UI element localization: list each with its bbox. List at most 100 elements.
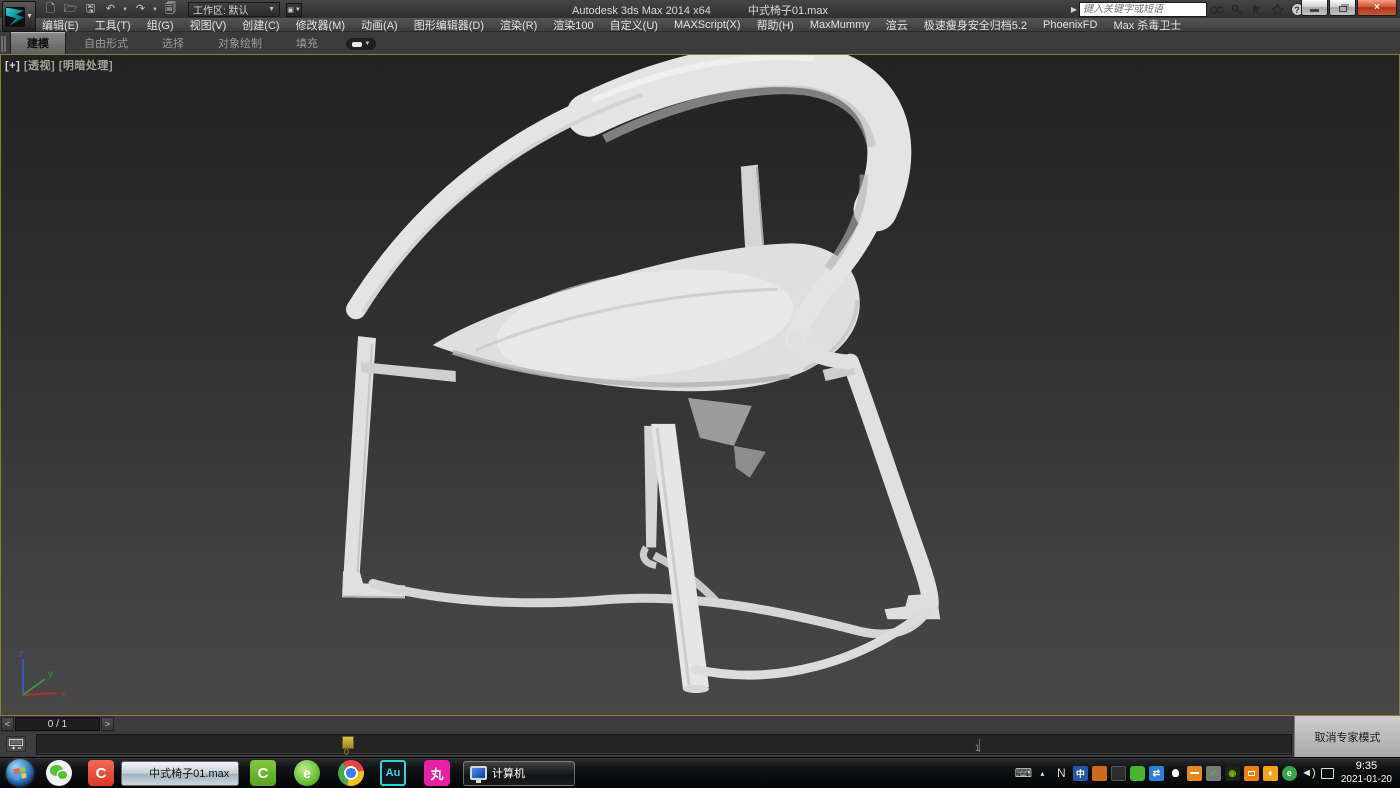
previous-frame-button[interactable]: < [1,717,14,731]
ribbon-tab-freeform[interactable]: 自由形式 [68,32,144,54]
viewport-shading-menu[interactable]: [明暗处理] [59,60,113,72]
screenshot-tray-icon[interactable] [1244,766,1259,781]
subscription-key-icon[interactable] [1227,2,1247,17]
menu-graph-editors[interactable]: 图形编辑器(D) [406,17,492,33]
keyboard-shortcut-override-button[interactable] [6,736,26,752]
viewport-general-menu[interactable]: [+] [5,60,20,72]
chrome-launcher-icon[interactable] [338,760,364,786]
menu-group[interactable]: 组(G) [139,17,182,33]
viewport-pov-menu[interactable]: [透视] [24,60,55,72]
browser-360-launcher-icon[interactable]: e [294,760,320,786]
clock-time: 9:35 [1341,760,1392,774]
keyboard-tray-icon[interactable]: ⌨ [1016,766,1031,781]
search-input[interactable] [1079,2,1207,17]
menu-create[interactable]: 创建(C) [234,17,287,33]
title-bar: ▼ 🗋 🗁 🖫 ↶ ▼ ↷ ▼ 🗐 工作区: 默认 ▼ ▣▼ Autodesk … [0,0,1400,18]
e-browser-tray-icon[interactable]: e [1282,766,1297,781]
nvidia-tray-icon[interactable]: ◉ [1225,766,1240,781]
windows-logo-icon [13,766,26,779]
frame-nav-row: < 0 / 1 > [0,716,1400,732]
ribbon-minimize-button[interactable]: ▼ [346,38,376,50]
favorites-star-icon[interactable] [1267,2,1287,17]
security-tray-icon[interactable]: ♦ [1263,766,1278,781]
menu-views[interactable]: 视图(V) [182,17,235,33]
menu-customize[interactable]: 自定义(U) [602,17,666,33]
time-slider-frame-label: 0 [344,747,349,757]
app-title: Autodesk 3ds Max 2014 x64 [572,5,711,17]
computer-icon [470,766,487,780]
close-button[interactable]: × [1357,0,1397,16]
clock-date: 2021-01-20 [1341,774,1392,787]
document-title: 中式椅子01.max [748,5,828,17]
camtasia-green-launcher-icon[interactable]: C [250,760,276,786]
usb-safe-tray-icon[interactable]: ✓ [1206,766,1221,781]
camtasia-red-launcher-icon[interactable]: C [88,760,114,786]
start-button[interactable] [6,759,34,787]
system-tray: ⌨ ▴ N 中 ⇄ ✓ ◉ ♦ e ◄) [1016,766,1335,781]
taskbar-task-computer[interactable]: 计算机 [463,761,575,786]
axis-x-label: x [61,689,66,700]
folder-tray-icon[interactable] [1187,766,1202,781]
reader-tray-icon[interactable] [1111,766,1126,781]
menu-rendercloud[interactable]: 渲云 [878,17,916,33]
menu-modifiers[interactable]: 修改器(M) [288,17,354,33]
language-tray-icon[interactable]: 中 [1073,766,1088,781]
chair-model [1,55,1399,715]
menu-animation[interactable]: 动画(A) [353,17,406,33]
menu-phoenixfd[interactable]: PhoenixFD [1035,19,1105,31]
3dsmax-logo-icon [5,7,25,27]
menu-bar: 编辑(E) 工具(T) 组(G) 视图(V) 创建(C) 修改器(M) 动画(A… [0,18,1400,32]
taskbar-clock[interactable]: 9:35 2021-01-20 [1341,760,1392,786]
frame-counter: 0 / 1 [15,717,100,731]
wechat-tray-icon[interactable] [1130,766,1145,781]
menu-antivirus[interactable]: Max 杀毒卫士 [1105,17,1189,33]
ribbon-drag-handle[interactable] [1,36,6,52]
infocenter-search: ▶ ? ▼ [1071,2,1314,17]
axis-y-label: y [48,669,53,680]
ribbon-bar: 建模 自由形式 选择 对象绘制 填充 ▼ [0,32,1400,54]
end-frame-label: 1 [975,743,980,753]
cancel-expert-mode-button[interactable]: 取消专家模式 [1315,729,1381,745]
ribbon-tab-modeling[interactable]: 建模 [10,31,66,54]
qq-tray-icon[interactable] [1168,766,1183,781]
status-area: < 0 / 1 > 0 1 取消专家模式 [0,716,1400,757]
usb-drive-tray-icon[interactable] [1092,766,1107,781]
3dsmax-task-icon [128,764,144,782]
restore-button[interactable] [1329,0,1356,16]
axis-z-label: z [18,649,23,660]
audition-launcher-icon[interactable]: Au [380,760,406,786]
menu-maxscript[interactable]: MAXScript(X) [666,19,749,31]
time-slider-track[interactable]: 0 1 [36,734,1292,755]
menu-tools[interactable]: 工具(T) [87,17,139,33]
menu-help[interactable]: 帮助(H) [749,17,802,33]
search-binoculars-icon[interactable] [1207,2,1227,17]
world-axis-gizmo: z x y [5,647,75,707]
minimize-button[interactable] [1301,0,1328,16]
search-collapse-icon[interactable]: ▶ [1071,5,1077,14]
chevron-down-icon: ▼ [26,13,33,20]
menu-maxmummy[interactable]: MaxMummy [802,19,878,31]
menu-rendering[interactable]: 渲染(R) [492,17,545,33]
window-controls: × [1300,0,1397,16]
menu-render100[interactable]: 渲染100 [545,17,601,33]
menu-slim-archive[interactable]: 极速瘦身安全归档5.2 [916,17,1035,33]
viewport-label: [+] [透视] [明暗处理] [5,57,113,73]
ribbon-tab-populate[interactable]: 填充 [280,32,334,54]
network-tray-icon[interactable] [1320,766,1335,781]
windows-taskbar: C 中式椅子01.max ... C e Au 丸 计算机 ⌨ ▴ N 中 [0,757,1400,788]
show-hidden-icons-arrow[interactable]: ▴ [1035,766,1050,781]
sync-tray-icon[interactable]: ⇄ [1149,766,1164,781]
taskbar-active-task-3dsmax[interactable]: 中式椅子01.max ... [121,761,239,786]
perspective-viewport[interactable]: [+] [透视] [明暗处理] [0,54,1400,716]
wechat-launcher-icon[interactable] [46,760,72,786]
ribbon-tab-object-paint[interactable]: 对象绘制 [202,32,278,54]
application-menu-button[interactable]: ▼ [2,1,36,32]
3dsmax-window: ▼ 🗋 🗁 🖫 ↶ ▼ ↷ ▼ 🗐 工作区: 默认 ▼ ▣▼ Autodesk … [0,0,1400,788]
expert-mode-panel: 取消专家模式 [1294,716,1400,757]
ime-tray-icon[interactable]: N [1054,766,1069,781]
communication-center-icon[interactable] [1247,2,1267,17]
next-frame-button[interactable]: > [101,717,114,731]
volume-tray-icon[interactable]: ◄) [1301,766,1316,781]
ribbon-tab-selection[interactable]: 选择 [146,32,200,54]
wan-app-launcher-icon[interactable]: 丸 [424,760,450,786]
